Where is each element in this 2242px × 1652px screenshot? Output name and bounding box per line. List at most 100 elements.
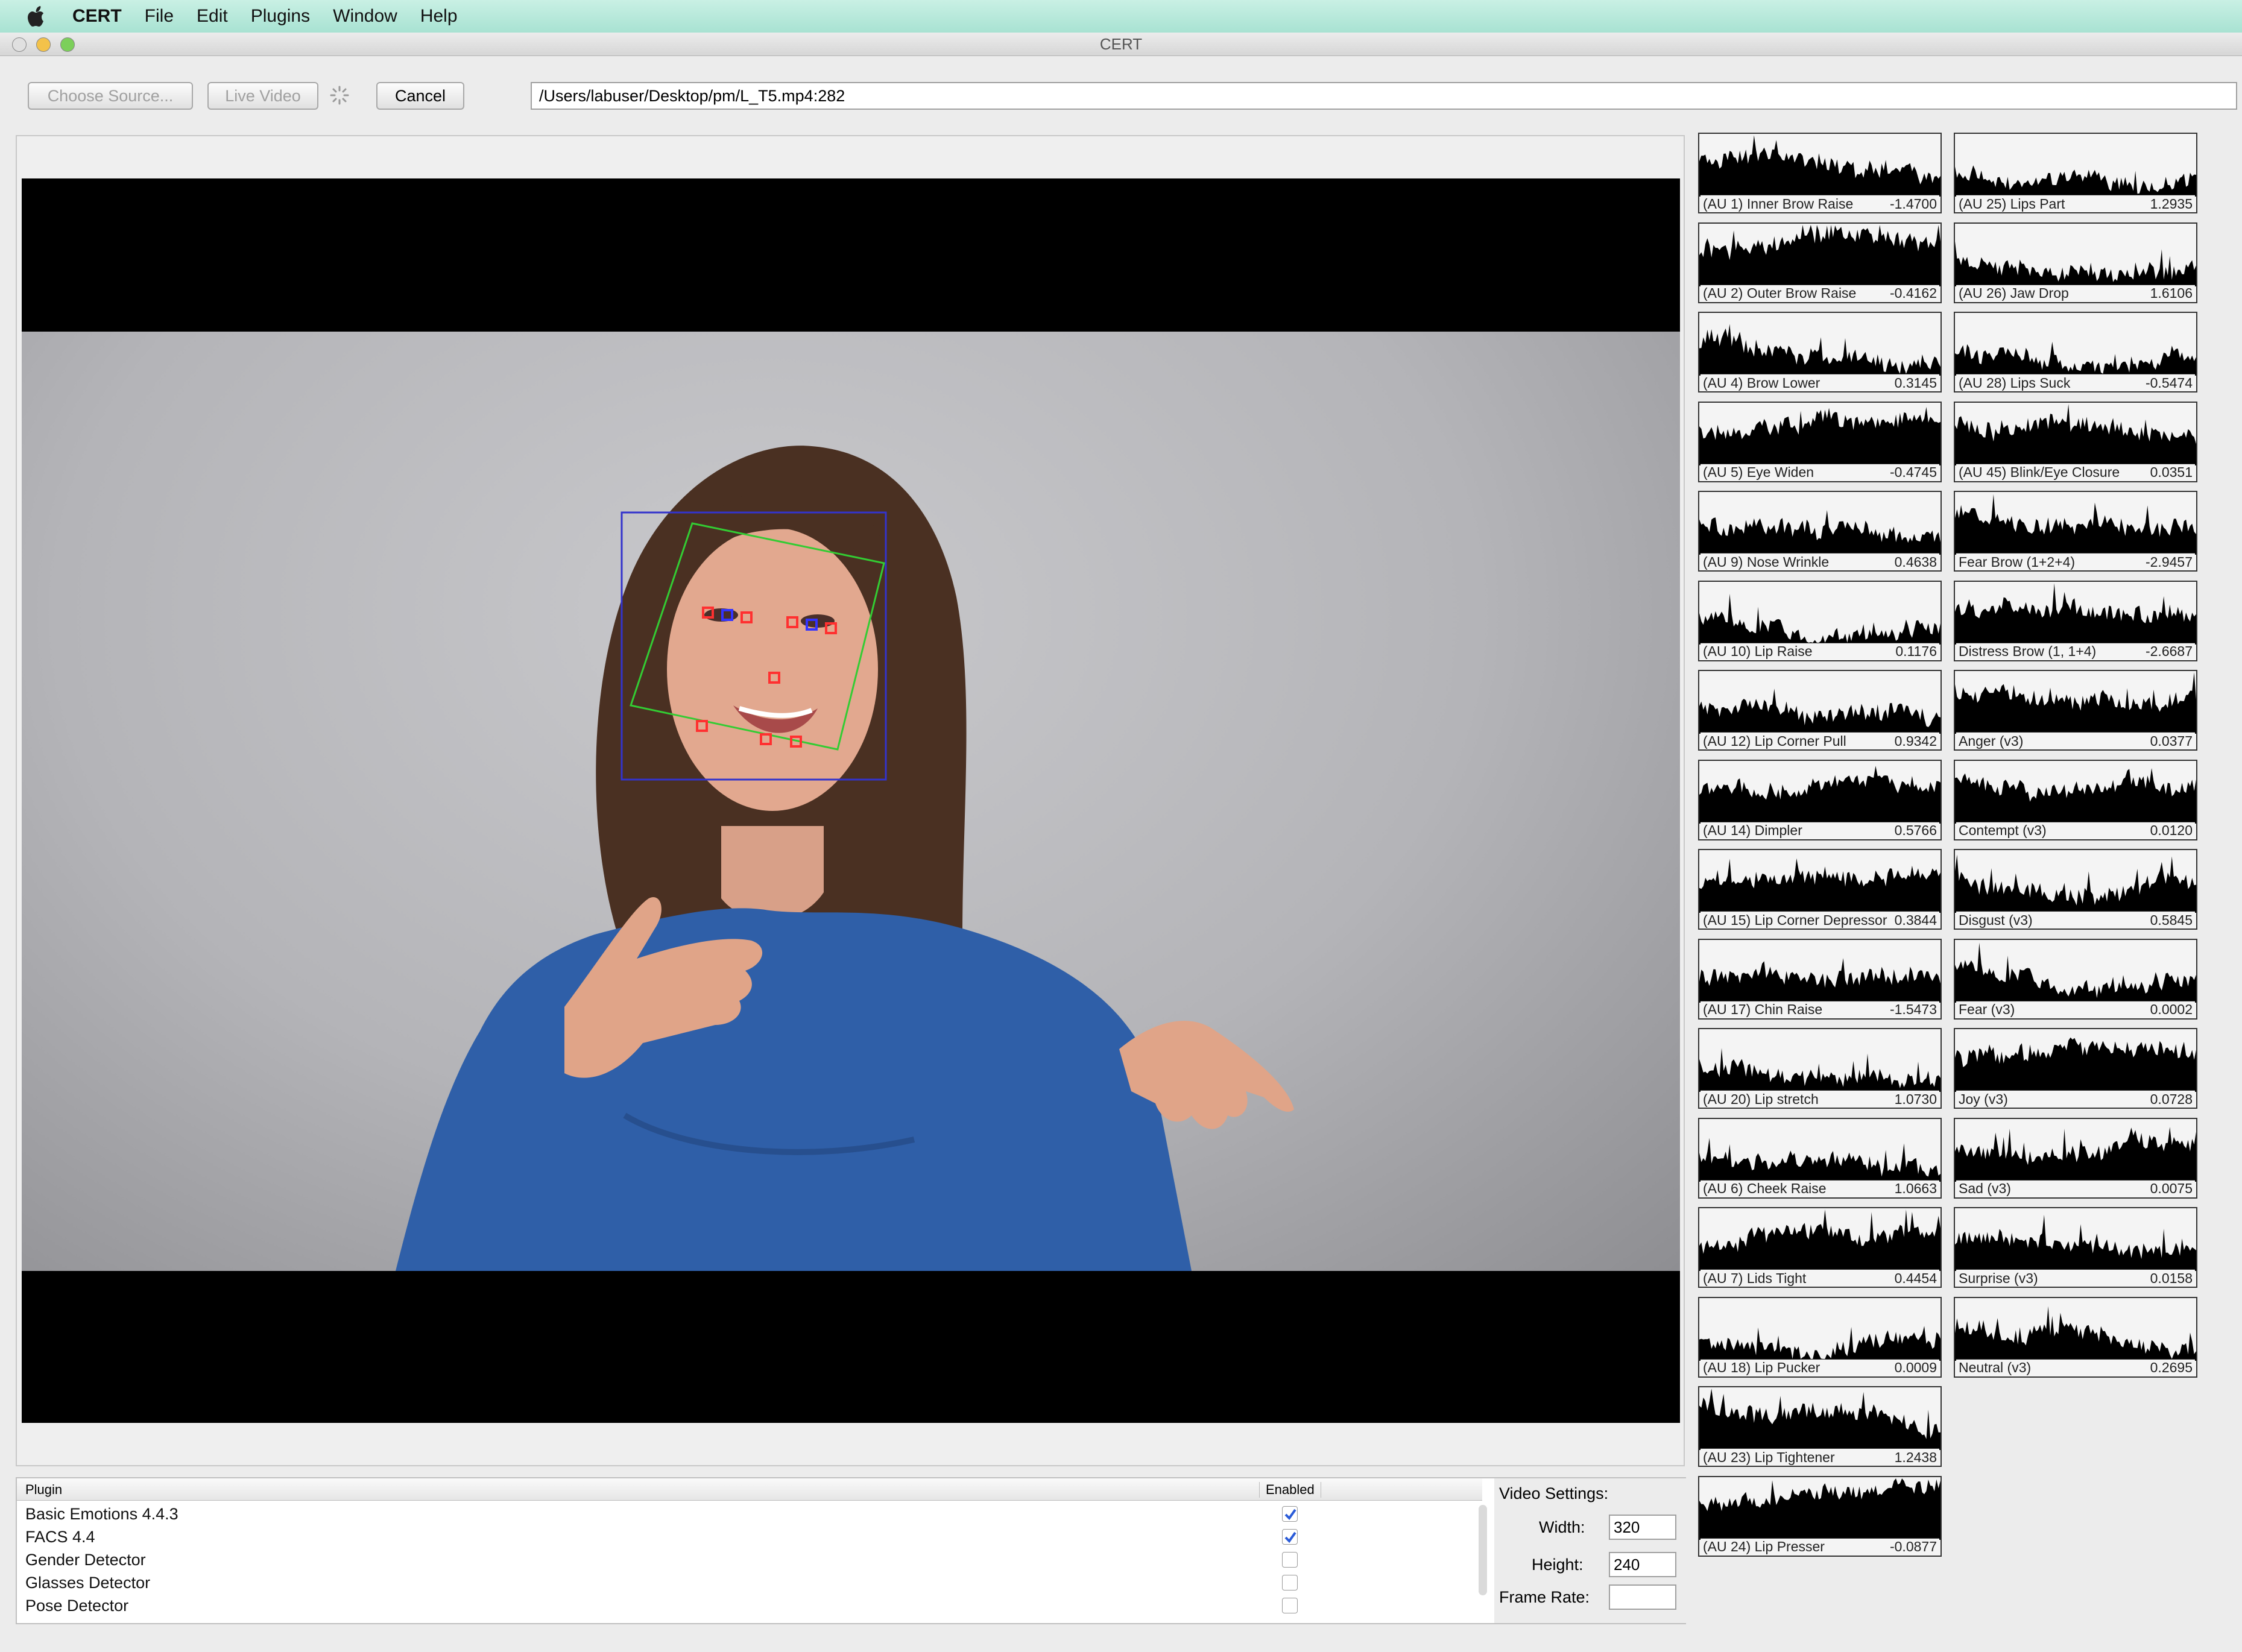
au-plot-area xyxy=(1699,957,1940,1003)
au-plot: (AU 26) Jaw Drop 1.6106 xyxy=(1954,222,2197,303)
plugin-row-name[interactable]: Glasses Detector xyxy=(25,1574,150,1592)
choose-source-button[interactable]: Choose Source... xyxy=(28,82,193,110)
au-plot-value: 0.0075 xyxy=(2150,1181,2193,1196)
au-plot-sparkline xyxy=(1955,241,2196,286)
au-plot-sparkline xyxy=(1699,1389,1940,1450)
au-plot-sparkline xyxy=(1699,324,1940,376)
au-plot-value: 0.2695 xyxy=(2150,1360,2193,1375)
live-video-button[interactable]: Live Video xyxy=(207,82,318,110)
au-plot-sparkline xyxy=(1955,1305,2196,1361)
au-plot: Distress Brow (1, 1+4) -2.6687 xyxy=(1954,580,2197,661)
au-plot-value: 0.0728 xyxy=(2150,1091,2193,1107)
au-plot-value: 1.0663 xyxy=(1894,1181,1937,1196)
au-plot: (AU 23) Lip Tightener 1.2438 xyxy=(1698,1386,1942,1467)
au-plot-name: Neutral (v3) xyxy=(1959,1360,2032,1375)
menu-bar: CERT File Edit Plugins Window Help xyxy=(0,0,2242,33)
au-plot-name: Fear (v3) xyxy=(1959,1001,2015,1017)
au-plot: (AU 10) Lip Raise 0.1176 xyxy=(1698,580,1942,661)
au-plot-sparkline xyxy=(1699,765,1940,824)
au-plot-value: 0.4454 xyxy=(1894,1270,1937,1286)
au-plot-sparkline xyxy=(1699,1325,1940,1361)
au-plot-value: 0.9342 xyxy=(1894,733,1937,749)
au-plot-name: (AU 7) Lids Tight xyxy=(1703,1270,1807,1286)
plugin-enabled-checkbox[interactable] xyxy=(1282,1552,1298,1568)
au-plot-area xyxy=(1699,1209,1940,1271)
plugin-row-name[interactable]: FACS 4.4 xyxy=(25,1528,95,1546)
au-plot-area xyxy=(1955,1305,2196,1361)
au-plot-sparkline xyxy=(1955,582,2196,645)
au-plot-area xyxy=(1699,593,1940,645)
au-plot-value: 0.4638 xyxy=(1894,553,1937,570)
au-plot: (AU 7) Lids Tight 0.4454 xyxy=(1698,1207,1942,1288)
au-plot: (AU 25) Lips Part 1.2935 xyxy=(1954,133,2197,213)
plugin-row-name[interactable]: Basic Emotions 4.4.3 xyxy=(25,1505,178,1524)
au-plot: (AU 6) Cheek Raise 1.0663 xyxy=(1698,1117,1942,1199)
frame-rate-input[interactable] xyxy=(1609,1584,1676,1610)
au-plot-value: 0.0009 xyxy=(1894,1360,1937,1375)
au-plot-name: Distress Brow (1, 1+4) xyxy=(1959,643,2097,659)
au-plot: Contempt (v3) 0.0120 xyxy=(1954,759,2197,840)
au-plot-value: 0.0377 xyxy=(2150,733,2193,749)
plugin-row-name[interactable]: Gender Detector xyxy=(25,1551,146,1569)
au-plot-name: (AU 4) Brow Lower xyxy=(1703,374,1820,391)
au-plot-label: (AU 1) Inner Brow Raise -1.4700 xyxy=(1700,195,1939,212)
plugin-enabled-checkbox[interactable] xyxy=(1282,1575,1298,1591)
au-plot: (AU 4) Brow Lower 0.3145 xyxy=(1698,312,1942,393)
menu-plugins[interactable]: Plugins xyxy=(251,6,310,27)
au-plot-area xyxy=(1699,1389,1940,1450)
au-plot-sparkline xyxy=(1955,854,2196,913)
au-plot-name: (AU 25) Lips Part xyxy=(1959,195,2065,212)
menu-file[interactable]: File xyxy=(145,6,174,27)
au-plot-sparkline xyxy=(1955,494,2196,555)
plugin-enabled-checkbox[interactable] xyxy=(1282,1506,1298,1522)
au-plot-value: -1.5473 xyxy=(1889,1001,1937,1017)
au-plot-sparkline xyxy=(1955,768,2196,824)
au-plot-label: Distress Brow (1, 1+4) -2.6687 xyxy=(1956,642,2195,660)
au-plot-label: (AU 28) Lips Suck -0.5474 xyxy=(1956,374,2195,391)
menu-app-name[interactable]: CERT xyxy=(72,6,122,27)
au-plot-label: Contempt (v3) 0.0120 xyxy=(1956,821,2195,839)
au-plot-value: 1.6106 xyxy=(2150,285,2193,301)
au-plot-label: (AU 15) Lip Corner Depressor 0.3844 xyxy=(1700,911,1939,928)
plugin-list-scrollbar[interactable] xyxy=(1479,1505,1487,1595)
video-scene xyxy=(22,332,1680,1271)
menu-edit[interactable]: Edit xyxy=(197,6,228,27)
au-plot-label: Anger (v3) 0.0377 xyxy=(1956,732,2195,749)
au-plot-label: (AU 45) Blink/Eye Closure 0.0351 xyxy=(1956,463,2195,481)
plugin-panel: Plugin Enabled Basic Emotions 4.4.3 FACS… xyxy=(16,1477,1686,1624)
au-plot: (AU 2) Outer Brow Raise -0.4162 xyxy=(1698,222,1942,303)
au-plot-sparkline xyxy=(1699,1478,1940,1540)
au-plot-label: Surprise (v3) 0.0158 xyxy=(1956,1269,2195,1287)
width-input[interactable]: 320 xyxy=(1609,1515,1676,1540)
cancel-button[interactable]: Cancel xyxy=(376,82,464,110)
au-plot-value: 0.0002 xyxy=(2150,1001,2193,1017)
au-plot-sparkline xyxy=(1955,1126,2196,1182)
au-plot: Anger (v3) 0.0377 xyxy=(1954,670,2197,751)
au-plot-area xyxy=(1699,224,1940,286)
au-plot-label: (AU 20) Lip stretch 1.0730 xyxy=(1700,1090,1939,1108)
menu-window[interactable]: Window xyxy=(333,6,397,27)
au-plot-value: -0.0877 xyxy=(1889,1539,1937,1554)
source-path-field[interactable]: /Users/labuser/Desktop/pm/L_T5.mp4:282 xyxy=(531,82,2237,110)
enabled-column-header[interactable]: Enabled xyxy=(1259,1482,1321,1498)
au-plot-sparkline xyxy=(1699,135,1940,197)
plugin-column-header[interactable]: Plugin xyxy=(25,1482,62,1498)
au-plot-area xyxy=(1699,510,1940,555)
video-settings-panel: Video Settings: Width: 320 Height: 240 F… xyxy=(1494,1478,1686,1623)
au-plot-name: (AU 14) Dimpler xyxy=(1703,822,1802,838)
au-plot: (AU 17) Chin Raise -1.5473 xyxy=(1698,938,1942,1020)
au-plot-value: -2.9457 xyxy=(2145,553,2193,570)
au-plot-name: (AU 1) Inner Brow Raise xyxy=(1703,195,1854,212)
au-plot-label: (AU 2) Outer Brow Raise -0.4162 xyxy=(1700,284,1939,302)
menu-help[interactable]: Help xyxy=(420,6,458,27)
au-plot-name: (AU 23) Lip Tightener xyxy=(1703,1449,1835,1465)
au-plot-name: (AU 28) Lips Suck xyxy=(1959,374,2071,391)
au-plot-label: (AU 9) Nose Wrinkle 0.4638 xyxy=(1700,553,1939,570)
plugin-enabled-checkbox[interactable] xyxy=(1282,1598,1298,1613)
au-plot: Neutral (v3) 0.2695 xyxy=(1954,1296,2197,1378)
au-plot-area xyxy=(1699,765,1940,824)
height-input[interactable]: 240 xyxy=(1609,1552,1676,1577)
apple-icon[interactable] xyxy=(24,4,48,28)
plugin-enabled-checkbox[interactable] xyxy=(1282,1529,1298,1545)
plugin-row-name[interactable]: Pose Detector xyxy=(25,1597,128,1615)
